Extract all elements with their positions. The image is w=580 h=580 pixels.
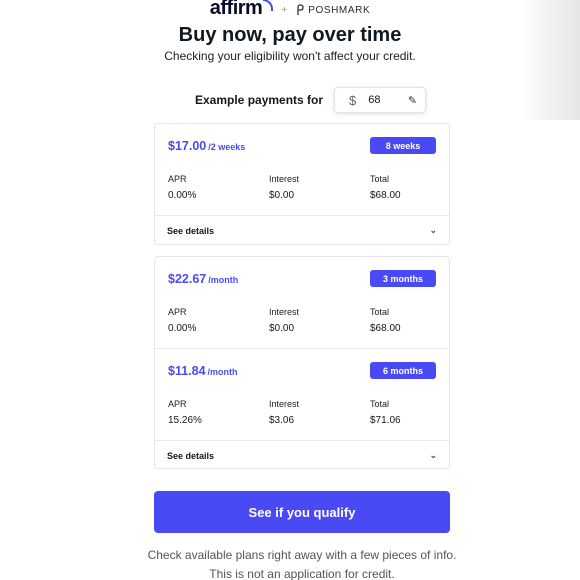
poshmark-wordmark: POSHMARK (308, 4, 371, 16)
poshmark-p-icon (297, 4, 304, 15)
example-payments-row: Example payments for $ ✎ (195, 87, 427, 113)
plan-option[interactable]: $11.84/month 6 months APR 15.26% Interes… (155, 349, 449, 440)
apr-column: APR 15.26% (168, 399, 202, 426)
header: affirm + POSHMARK (0, 0, 580, 20)
chevron-down-icon: ⌄ (429, 450, 437, 460)
amount-input[interactable] (368, 94, 401, 106)
page-subtitle: Checking your eligibility won't affect y… (164, 49, 416, 63)
total-column: Total $68.00 (370, 307, 401, 334)
plan-card-8-weeks: $17.00/2 weeks 8 weeks APR 0.00% Interes… (154, 123, 450, 245)
plan-option[interactable]: $17.00/2 weeks 8 weeks APR 0.00% Interes… (155, 124, 449, 215)
see-details-toggle[interactable]: See details ⌄ (155, 441, 449, 470)
plan-term-badge: 6 months (370, 362, 436, 379)
total-column: Total $68.00 (370, 174, 401, 201)
plan-option[interactable]: $22.67/month 3 months APR 0.00% Interest… (155, 257, 449, 348)
see-details-label: See details (167, 225, 215, 236)
disclaimer-line-2: This is not an application for credit. (209, 567, 395, 580)
example-payments-label: Example payments for (195, 93, 324, 107)
plan-term-badge: 8 weeks (370, 137, 436, 154)
interest-column: Interest $0.00 (269, 174, 300, 201)
plus-sign: + (281, 4, 288, 16)
plan-price: $17.00/2 weeks (168, 139, 246, 153)
total-column: Total $71.06 (370, 399, 401, 426)
interest-column: Interest $0.00 (269, 307, 300, 334)
disclaimer: Check available plans right away with a … (0, 546, 580, 580)
amount-field[interactable]: $ ✎ (334, 87, 427, 113)
plan-card-months: $22.67/month 3 months APR 0.00% Interest… (154, 256, 450, 469)
affirm-arc-icon (263, 0, 274, 11)
see-if-you-qualify-button[interactable]: See if you qualify (154, 491, 450, 533)
dollar-icon: $ (349, 92, 357, 108)
interest-column: Interest $3.06 (269, 399, 300, 426)
plan-term-badge: 3 months (370, 270, 436, 287)
page-title: Buy now, pay over time (178, 24, 402, 46)
affirm-logo: affirm (210, 0, 274, 20)
poshmark-logo: POSHMARK (295, 4, 370, 16)
apr-column: APR 0.00% (168, 307, 197, 334)
disclaimer-line-1: Check available plans right away with a … (147, 548, 457, 562)
pencil-icon[interactable]: ✎ (408, 94, 417, 107)
plan-price: $22.67/month (168, 272, 239, 286)
chevron-down-icon: ⌄ (429, 225, 437, 235)
see-details-toggle[interactable]: See details ⌄ (155, 216, 449, 245)
plan-price: $11.84/month (168, 364, 238, 378)
apr-column: APR 0.00% (168, 174, 197, 201)
see-details-label: See details (167, 450, 215, 461)
